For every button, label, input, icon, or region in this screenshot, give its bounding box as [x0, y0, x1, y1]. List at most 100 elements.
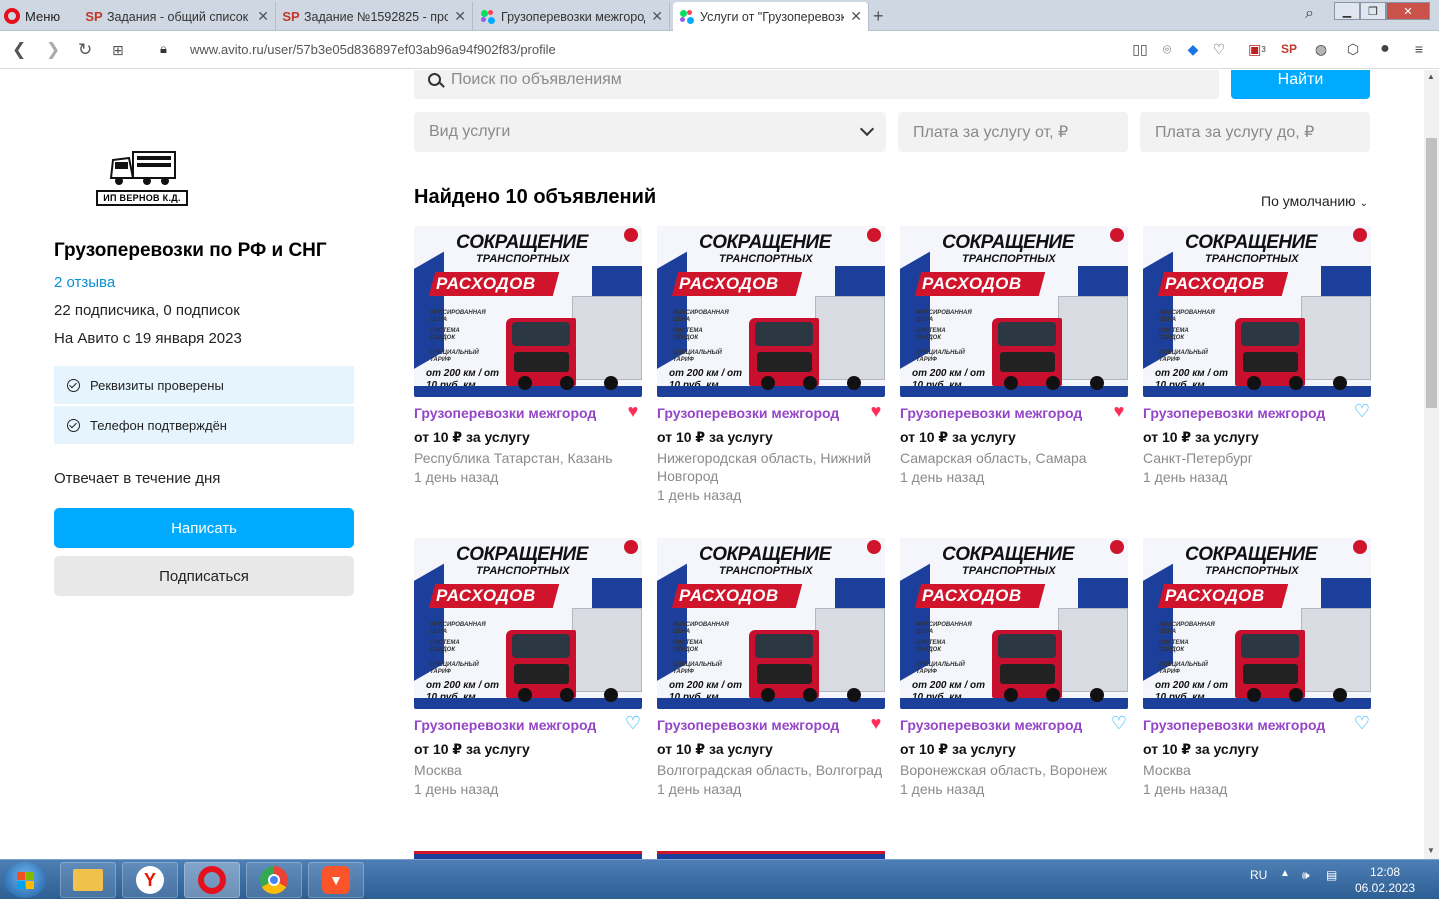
find-button[interactable]: Найти: [1231, 70, 1370, 99]
close-tab-icon[interactable]: ✕: [454, 8, 466, 25]
listing-card[interactable]: СОКРАЩЕНИЕ ТРАНСПОРТНЫХ РАСХОДОВ ФИКСИРОВАН…: [414, 538, 642, 797]
listing-card[interactable]: СОКРАЩЕНИЕ ТРАНСПОРТНЫХ РАСХОДОВ ФИКСИРОВАН…: [1143, 226, 1371, 485]
snapshot-icon[interactable]: ⌾: [1158, 40, 1176, 58]
search-input[interactable]: Поиск по объявлениям: [414, 70, 1219, 99]
listing-title[interactable]: Грузоперевозки межгород: [657, 405, 885, 421]
back-icon[interactable]: ❮: [12, 40, 26, 60]
favorite-heart-icon[interactable]: ♡: [1353, 714, 1371, 732]
listing-title[interactable]: Грузоперевозки межгород: [900, 717, 1128, 733]
listing-price: от 10 ₽ за услугу: [1143, 429, 1259, 445]
image-text: ФИКСИРОВАННАЯ ЦЕНА: [1159, 622, 1215, 635]
maximize-icon[interactable]: ❐: [1360, 2, 1386, 20]
chrome-taskbar-button[interactable]: [246, 862, 302, 898]
sp-icon: SP: [282, 9, 300, 24]
globe-icon[interactable]: ◍: [1312, 40, 1330, 58]
write-message-button[interactable]: Написать: [54, 508, 354, 548]
listing-card-partial[interactable]: [414, 851, 642, 859]
yandex-taskbar-button[interactable]: Y: [122, 862, 178, 898]
listing-location: Воронежская область, Воронеж: [900, 762, 1108, 778]
tab-task-detail[interactable]: SP Задание №1592825 - прос ✕: [277, 2, 473, 31]
scroll-up-icon[interactable]: ▲: [1427, 72, 1435, 81]
cube-icon[interactable]: ⬡: [1344, 40, 1362, 58]
listing-card[interactable]: СОКРАЩЕНИЕ ТРАНСПОРТНЫХ РАСХОДОВ ФИКСИРОВАН…: [900, 226, 1128, 485]
start-button[interactable]: [4, 862, 46, 898]
brave-taskbar-button[interactable]: ▼: [308, 862, 364, 898]
seller-name: Грузоперевозки по РФ и СНГ: [54, 240, 327, 261]
close-tab-icon[interactable]: ✕: [257, 8, 269, 25]
extension-adblock-icon[interactable]: ▣ 3: [1248, 40, 1266, 58]
lock-icon[interactable]: 🔒︎: [160, 41, 167, 57]
listing-title[interactable]: Грузоперевозки межгород: [1143, 405, 1371, 421]
forward-icon[interactable]: ❯: [46, 40, 60, 60]
image-text: РАСХОДОВ: [679, 586, 779, 605]
listing-image[interactable]: СОКРАЩЕНИЕ ТРАНСПОРТНЫХ РАСХОДОВ ФИКСИРОВАН…: [900, 226, 1128, 397]
listing-image[interactable]: СОКРАЩЕНИЕ ТРАНСПОРТНЫХ РАСХОДОВ ФИКСИРОВАН…: [657, 226, 885, 397]
new-tab-icon[interactable]: +: [873, 6, 884, 27]
language-indicator[interactable]: RU: [1250, 868, 1267, 882]
listing-image[interactable]: СОКРАЩЕНИЕ ТРАНСПОРТНЫХ РАСХОДОВ ФИКСИРОВАН…: [414, 538, 642, 709]
service-type-select[interactable]: Вид услуги: [414, 112, 886, 152]
listing-image[interactable]: СОКРАЩЕНИЕ ТРАНСПОРТНЫХ РАСХОДОВ ФИКСИРОВАН…: [657, 538, 885, 709]
bookmark-heart-icon[interactable]: ♡: [1210, 40, 1228, 58]
page-scrollbar[interactable]: ▲ ▼: [1424, 70, 1439, 859]
price-from-field[interactable]: Плата за услугу от, ₽: [898, 112, 1128, 152]
tab-avito-profile[interactable]: Услуги от "Грузоперевозк ✕: [673, 2, 869, 31]
favorite-heart-icon[interactable]: ♡: [1353, 402, 1371, 420]
listing-card[interactable]: СОКРАЩЕНИЕ ТРАНСПОРТНЫХ РАСХОДОВ ФИКСИРОВАН…: [1143, 538, 1371, 797]
image-text: ТРАНСПОРТНЫХ: [719, 253, 813, 265]
favorite-heart-icon[interactable]: ♥: [867, 714, 885, 732]
listing-image[interactable]: СОКРАЩЕНИЕ ТРАНСПОРТНЫХ РАСХОДОВ ФИКСИРОВАН…: [1143, 226, 1371, 397]
listing-title[interactable]: Грузоперевозки межгород: [414, 717, 642, 733]
scroll-thumb[interactable]: [1426, 138, 1437, 408]
url-field[interactable]: www.avito.ru/user/57b3e05d836897ef03ab96…: [190, 42, 556, 57]
image-text: РАСХОДОВ: [1165, 586, 1265, 605]
favorite-heart-icon[interactable]: ♥: [1110, 402, 1128, 420]
explorer-taskbar-button[interactable]: [60, 862, 116, 898]
close-tab-icon[interactable]: ✕: [850, 8, 862, 25]
sort-dropdown[interactable]: По умолчанию ⌄: [1261, 193, 1368, 209]
tab-tasks[interactable]: SP Задания - общий список з ✕: [80, 2, 276, 31]
listing-title[interactable]: Грузоперевозки межгород: [414, 405, 642, 421]
listing-image[interactable]: СОКРАЩЕНИЕ ТРАНСПОРТНЫХ РАСХОДОВ ФИКСИРОВАН…: [1143, 538, 1371, 709]
close-tab-icon[interactable]: ✕: [651, 8, 663, 25]
profile-icon[interactable]: ●: [1376, 40, 1394, 58]
extension-sp-icon[interactable]: SP: [1280, 40, 1298, 58]
logo-text: ИП ВЕРНОВ К.Д.: [96, 190, 188, 206]
opera-taskbar-button[interactable]: [184, 862, 240, 898]
opera-menu-button[interactable]: Меню: [4, 4, 60, 28]
favorite-heart-icon[interactable]: ♥: [624, 402, 642, 420]
chevron-down-icon: [859, 121, 875, 137]
network-icon[interactable]: ▤: [1326, 868, 1337, 882]
reviews-link[interactable]: 2 отзыва: [54, 274, 115, 291]
minimize-icon[interactable]: ▁: [1334, 2, 1360, 20]
listing-image[interactable]: СОКРАЩЕНИЕ ТРАНСПОРТНЫХ РАСХОДОВ ФИКСИРОВАН…: [900, 538, 1128, 709]
image-text: СОКРАЩЕНИЕ: [456, 544, 588, 565]
vpn-shield-icon[interactable]: ◆: [1184, 40, 1202, 58]
volume-icon[interactable]: 🕪︎: [1302, 868, 1310, 883]
favorite-heart-icon[interactable]: ♥: [867, 402, 885, 420]
taskbar-clock[interactable]: 12:08 06.02.2023: [1355, 864, 1415, 896]
favorite-heart-icon[interactable]: ♡: [624, 714, 642, 732]
favorite-heart-icon[interactable]: ♡: [1110, 714, 1128, 732]
listing-image[interactable]: СОКРАЩЕНИЕ ТРАНСПОРТНЫХ РАСХОДОВ ФИКСИРОВАН…: [414, 226, 642, 397]
tab-search-icon[interactable]: ⌕: [1305, 5, 1314, 23]
tab-avito-listing[interactable]: Грузоперевозки межгород ✕: [474, 2, 670, 31]
reader-mode-icon[interactable]: ▯▯: [1131, 40, 1149, 58]
listing-card[interactable]: СОКРАЩЕНИЕ ТРАНСПОРТНЫХ РАСХОДОВ ФИКСИРОВАН…: [900, 538, 1128, 797]
listing-card[interactable]: СОКРАЩЕНИЕ ТРАНСПОРТНЫХ РАСХОДОВ ФИКСИРОВАН…: [414, 226, 642, 485]
search-placeholder: Поиск по объявлениям: [451, 70, 622, 88]
listing-title[interactable]: Грузоперевозки межгород: [900, 405, 1128, 421]
close-window-icon[interactable]: ✕: [1386, 2, 1430, 20]
scroll-down-icon[interactable]: ▼: [1427, 846, 1435, 855]
listing-card[interactable]: СОКРАЩЕНИЕ ТРАНСПОРТНЫХ РАСХОДОВ ФИКСИРОВАН…: [657, 226, 885, 503]
listing-card[interactable]: СОКРАЩЕНИЕ ТРАНСПОРТНЫХ РАСХОДОВ ФИКСИРОВАН…: [657, 538, 885, 797]
speed-dial-icon[interactable]: ⊞: [112, 42, 124, 59]
listing-title[interactable]: Грузоперевозки межгород: [657, 717, 885, 733]
reload-icon[interactable]: ↻: [78, 40, 92, 60]
price-to-field[interactable]: Плата за услугу до, ₽: [1140, 112, 1370, 152]
listing-title[interactable]: Грузоперевозки межгород: [1143, 717, 1371, 733]
listing-card-partial[interactable]: [657, 851, 885, 859]
tray-expand-icon[interactable]: ▲: [1280, 868, 1290, 879]
easy-setup-icon[interactable]: ≡: [1410, 40, 1428, 58]
subscribe-button[interactable]: Подписаться: [54, 556, 354, 596]
